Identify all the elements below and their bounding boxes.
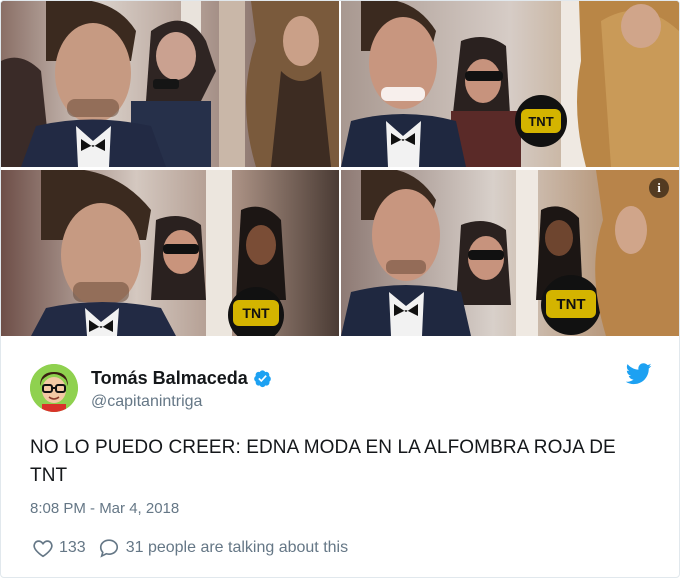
tweet-card: TNT TNT TNT i Tomás Balmaceda @capitanin… xyxy=(0,0,680,578)
avatar[interactable] xyxy=(30,364,78,412)
user-handle[interactable]: @capitanintriga xyxy=(91,393,202,411)
info-icon[interactable]: i xyxy=(649,178,669,198)
like-count[interactable]: 133 xyxy=(59,539,86,557)
microphone-logo-text: TNT xyxy=(528,114,553,129)
timestamp[interactable]: 8:08 PM - Mar 4, 2018 xyxy=(30,500,179,517)
tweet-actions: 133 31 people are talking about this xyxy=(32,537,348,559)
microphone-logo-text: TNT xyxy=(556,296,585,313)
display-name[interactable]: Tomás Balmaceda xyxy=(91,368,248,389)
photo-2[interactable]: TNT xyxy=(341,1,679,167)
photo-3[interactable]: TNT xyxy=(1,170,339,336)
photo-4[interactable]: TNT i xyxy=(341,170,679,336)
talking-about-link[interactable]: 31 people are talking about this xyxy=(126,539,348,557)
author-name-row[interactable]: Tomás Balmaceda xyxy=(91,368,272,389)
heart-icon[interactable] xyxy=(32,537,54,559)
verified-badge-icon xyxy=(253,370,271,388)
tweet-text: NO LO PUEDO CREER: EDNA MODA EN LA ALFOM… xyxy=(30,437,616,486)
media-grid[interactable]: TNT TNT TNT i xyxy=(1,1,679,338)
photo-1[interactable] xyxy=(1,1,339,167)
microphone-logo-text: TNT xyxy=(242,305,270,321)
twitter-bird-icon[interactable] xyxy=(626,363,652,385)
speech-bubble-icon[interactable] xyxy=(98,537,120,559)
